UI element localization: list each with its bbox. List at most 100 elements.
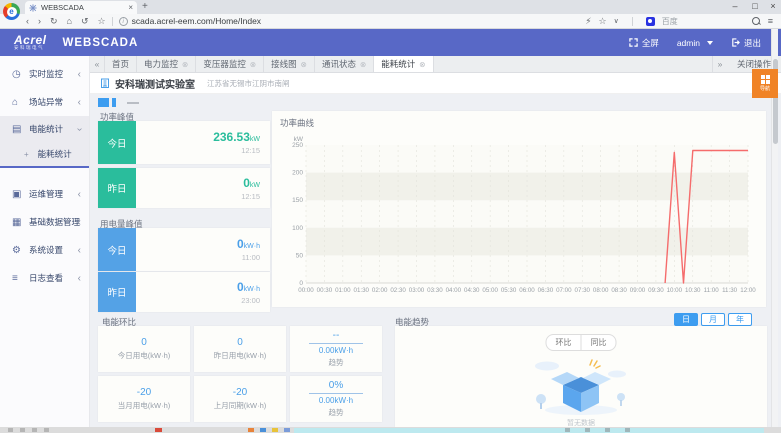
- page-tab-label: 电力监控: [144, 58, 178, 70]
- taskbar-tray-icon[interactable]: [605, 428, 610, 432]
- svg-text:250: 250: [292, 142, 303, 149]
- taskbar-tray-icon[interactable]: [565, 428, 570, 432]
- energy-stats-icon: ▤: [12, 124, 24, 135]
- windows-taskbar: [0, 427, 781, 433]
- new-tab-button[interactable]: +: [142, 1, 148, 12]
- dashboard-content: 功率峰值 今日236.53kW12:15昨日0kW12:15 用电量峰值 今日0…: [90, 94, 781, 427]
- tabs-scroll-right-icon[interactable]: »: [712, 56, 727, 72]
- taskbar-icon[interactable]: [20, 428, 25, 432]
- reload-button[interactable]: ↻: [50, 16, 58, 27]
- peak-card-body: 0kW·h11:00: [136, 228, 270, 271]
- tab-close-icon[interactable]: ⊗: [419, 60, 425, 69]
- favicon: [29, 4, 37, 12]
- sidebar-item-3[interactable]: ▤电能统计‹: [0, 116, 89, 142]
- window-maximize-button[interactable]: □: [746, 0, 764, 14]
- browser-menu-icon[interactable]: ≡: [768, 16, 773, 26]
- favorite-star-icon[interactable]: ☆: [599, 16, 607, 27]
- url-field[interactable]: scada.acrel-eem.com/Home/Index: [132, 16, 261, 26]
- dropdown-caret-icon[interactable]: ∨: [614, 17, 619, 25]
- taskbar-icon[interactable]: [272, 428, 278, 432]
- taskbar-icon[interactable]: [248, 428, 254, 432]
- svg-text:02:00: 02:00: [372, 287, 388, 294]
- carousel-indicator[interactable]: [98, 98, 139, 107]
- legend-pill[interactable]: 环比: [547, 335, 581, 350]
- peak-card: 昨日0kW·h23:00: [98, 272, 270, 312]
- sidebar-item-6[interactable]: ⚙系统设置‹: [0, 236, 89, 264]
- sidebar-item-2[interactable]: ⌂场站异常‹: [0, 88, 89, 116]
- sidebar-item-5[interactable]: ▦基础数据管理‹: [0, 208, 89, 236]
- taskbar-tray-icon[interactable]: [625, 428, 630, 432]
- svg-text:03:30: 03:30: [427, 287, 443, 294]
- search-engine-label[interactable]: 百度: [662, 16, 678, 27]
- svg-text:06:00: 06:00: [519, 287, 535, 294]
- energy-trend-panel: 环比同比 暂无数据: [395, 326, 767, 427]
- site-info-icon[interactable]: i: [119, 17, 128, 26]
- indicator-bar-2[interactable]: [112, 98, 116, 107]
- page-tab[interactable]: 变压器监控⊗: [196, 56, 264, 72]
- sidebar-subitem[interactable]: +能耗统计: [0, 142, 89, 166]
- range-button-日[interactable]: 日: [674, 313, 698, 326]
- svg-text:03:00: 03:00: [409, 287, 425, 294]
- taskbar-icon[interactable]: [155, 428, 162, 432]
- peak-unit: kW: [250, 182, 260, 189]
- window-minimize-button[interactable]: –: [726, 0, 744, 14]
- chevron-icon: ‹: [74, 127, 85, 130]
- tab-close-icon[interactable]: ⊗: [360, 60, 366, 69]
- sidebar-item-1[interactable]: ◷实时监控‹: [0, 60, 89, 88]
- peak-unit: kW·h: [244, 243, 260, 250]
- page-tab-label: 通讯状态: [322, 58, 356, 70]
- ratio-label: 今日用电(kW·h): [118, 350, 171, 361]
- tabs-scroll-left-icon[interactable]: «: [90, 56, 105, 72]
- sidebar-item-7[interactable]: ≡日志查看‹: [0, 264, 89, 292]
- history-button[interactable]: ↺: [81, 16, 89, 27]
- sidebar-item-4[interactable]: ▣运维管理‹: [0, 180, 89, 208]
- browser-tabstrip: e WEBSCADA × + – □ ×: [0, 0, 781, 14]
- tab-close-icon[interactable]: ⊗: [250, 60, 256, 69]
- range-button-月[interactable]: 月: [701, 313, 725, 326]
- taskbar-tray-icon[interactable]: [585, 428, 590, 432]
- taskbar-icon[interactable]: [32, 428, 37, 432]
- indicator-bar-1[interactable]: [98, 98, 109, 107]
- forward-button[interactable]: ›: [38, 16, 41, 26]
- taskbar-icon[interactable]: [260, 428, 266, 432]
- taskbar-icon[interactable]: [8, 428, 13, 432]
- window-close-button[interactable]: ×: [764, 0, 781, 14]
- bookmark-star-icon[interactable]: ☆: [98, 16, 106, 27]
- browser-logo-icon[interactable]: e: [3, 3, 20, 20]
- taskbar-icon[interactable]: [44, 428, 49, 432]
- fullscreen-icon: [629, 38, 638, 47]
- search-icon[interactable]: [752, 17, 761, 26]
- peak-card: 今日0kW·h11:00: [98, 228, 270, 271]
- tab-close-icon[interactable]: ⊗: [182, 60, 188, 69]
- flash-icon[interactable]: ⚡: [585, 16, 591, 27]
- station-address: 江苏省无锡市江阴市南闸: [207, 78, 290, 89]
- sidebar-item-label: 场站异常: [29, 96, 63, 108]
- page-tab[interactable]: 能耗统计⊗: [374, 56, 433, 72]
- browser-tab[interactable]: WEBSCADA ×: [25, 1, 137, 14]
- quick-nav-button[interactable]: 导航: [752, 69, 778, 98]
- svg-text:00:00: 00:00: [298, 287, 314, 294]
- page-tab[interactable]: 电力监控 ⊗: [137, 56, 196, 72]
- back-button[interactable]: ‹: [26, 16, 29, 26]
- tab-close-icon[interactable]: ⊗: [301, 60, 307, 69]
- taskbar-active-strip[interactable]: [294, 428, 764, 433]
- page-tab[interactable]: 通讯状态 ⊗: [315, 56, 374, 72]
- fullscreen-button[interactable]: 全屏: [629, 37, 659, 49]
- page-tab[interactable]: 接线图⊗: [264, 56, 315, 72]
- range-button-年[interactable]: 年: [728, 313, 752, 326]
- logout-icon: [731, 38, 740, 47]
- user-menu[interactable]: admin: [677, 38, 713, 48]
- svg-text:05:30: 05:30: [501, 287, 517, 294]
- page-tab[interactable]: 首页: [105, 56, 137, 72]
- operations-icon: ▣: [12, 189, 24, 200]
- legend-pill[interactable]: 同比: [581, 335, 616, 350]
- peak-time: 23:00: [241, 296, 260, 305]
- tab-close-icon[interactable]: ×: [128, 3, 133, 12]
- logout-button[interactable]: 退出: [731, 37, 761, 49]
- peak-value: 236.53kW: [213, 130, 260, 144]
- sidebar-group: ≡日志查看‹: [0, 264, 89, 292]
- baidu-logo-icon[interactable]: [646, 17, 655, 26]
- home-button[interactable]: ⌂: [67, 16, 72, 26]
- taskbar-icon[interactable]: [284, 428, 290, 432]
- indicator-dash[interactable]: [127, 102, 139, 104]
